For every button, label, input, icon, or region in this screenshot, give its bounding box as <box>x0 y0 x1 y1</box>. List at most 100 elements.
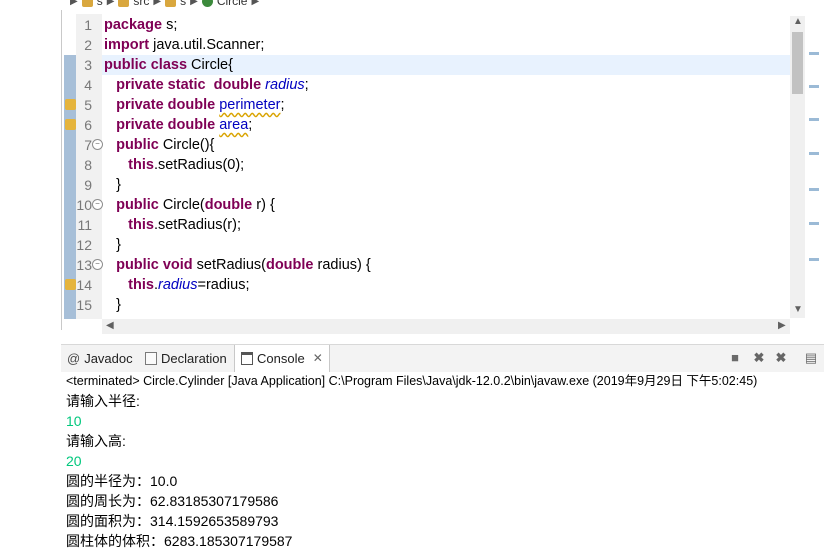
vertical-scroll-thumb[interactable] <box>792 32 803 94</box>
scroll-down-icon[interactable]: ▼ <box>793 304 803 315</box>
keyword: public <box>116 137 159 153</box>
keyword: public class <box>104 57 188 73</box>
breadcrumb-item[interactable]: src <box>133 0 149 8</box>
unused-field: perimeter <box>219 97 281 113</box>
scroll-left-icon[interactable]: ◀ <box>106 320 114 331</box>
console-output-line: 圆的半径为：10.0 <box>66 473 178 489</box>
remove-launch-icon[interactable]: ✖ <box>752 351 766 365</box>
overview-marker[interactable] <box>809 118 819 121</box>
overview-marker[interactable] <box>809 85 819 88</box>
fold-toggle-icon[interactable]: − <box>92 139 103 150</box>
warning-icon[interactable] <box>65 119 76 130</box>
close-icon[interactable]: ✕ <box>313 345 323 372</box>
console-output-line: 圆柱体的体积：6283.185307179587 <box>66 533 293 549</box>
keyword: private static double <box>116 77 262 93</box>
line-number: 15 <box>76 297 92 313</box>
console-output-line: 圆的周长为：62.83185307179586 <box>66 493 279 509</box>
code-line[interactable]: this.setRadius(0); <box>104 155 244 175</box>
code-text: setRadius( <box>192 257 266 273</box>
overview-ruler <box>806 10 824 340</box>
overview-marker[interactable] <box>809 258 819 261</box>
chevron-right-icon: ▶ <box>70 0 78 7</box>
tab-declaration[interactable]: Declaration <box>139 345 233 372</box>
breadcrumb: ▶ s ▶ src ▶ s ▶ Circle ▶ <box>0 0 824 10</box>
fold-toggle-icon[interactable]: − <box>92 199 103 210</box>
code-line[interactable]: public Circle(double r) { <box>104 195 275 215</box>
code-line[interactable]: public void setRadius(double radius) { <box>104 255 371 275</box>
tab-console[interactable]: Console ✕ <box>234 345 330 372</box>
line-number: 7 <box>84 137 92 153</box>
code-text: Circle( <box>158 197 205 213</box>
warning-icon[interactable] <box>65 279 76 290</box>
code-line[interactable]: } <box>104 235 121 255</box>
code-text: Circle{ <box>187 57 233 73</box>
view-tab-bar: @ Javadoc Declaration Console ✕ ■ ✖ ✖ ▤ <box>61 344 824 373</box>
overview-marker[interactable] <box>809 188 819 191</box>
console-output-line: 圆的面积为：314.1592653589793 <box>66 513 279 529</box>
fold-toggle-icon[interactable]: − <box>92 259 103 270</box>
code-line[interactable]: private double area; <box>104 115 252 135</box>
code-text: s; <box>162 17 178 33</box>
code-text: r) { <box>252 197 275 213</box>
code-text: Circle(){ <box>158 137 215 153</box>
source-folder-icon <box>118 0 130 7</box>
code-line[interactable]: this.radius=radius; <box>104 275 249 295</box>
chevron-right-icon: ▶ <box>106 0 115 7</box>
left-frame <box>0 10 61 340</box>
code-line[interactable]: import java.util.Scanner; <box>104 35 264 55</box>
line-number: 4 <box>84 77 92 93</box>
tab-javadoc[interactable]: @ Javadoc <box>61 345 139 372</box>
line-number: 10 <box>76 197 92 213</box>
code-line[interactable]: } <box>104 175 121 195</box>
scroll-right-icon[interactable]: ▶ <box>778 320 786 331</box>
code-line[interactable]: package s; <box>104 15 177 35</box>
overview-marker[interactable] <box>809 52 819 55</box>
field-reference: radius <box>157 277 198 293</box>
code-line[interactable]: public class Circle{ <box>104 55 233 75</box>
code-text: .setRadius(0); <box>153 157 245 173</box>
code-line[interactable]: private double perimeter; <box>104 95 284 115</box>
keyword: this <box>128 277 154 293</box>
line-number: 8 <box>84 157 92 173</box>
breadcrumb-item[interactable]: s <box>97 0 103 8</box>
overview-marker[interactable] <box>809 152 819 155</box>
javadoc-icon: @ <box>67 351 81 366</box>
package-icon <box>165 0 177 7</box>
terminated-label: <terminated> Circle.Cylinder [Java Appli… <box>66 374 758 388</box>
console-icon <box>241 352 253 365</box>
code-line[interactable]: } <box>104 295 121 315</box>
code-line[interactable]: private static double radius; <box>104 75 309 95</box>
remove-all-terminated-icon[interactable]: ✖ <box>774 351 788 365</box>
overview-marker[interactable] <box>809 222 819 225</box>
keyword: this <box>128 217 154 233</box>
warning-icon[interactable] <box>65 99 76 110</box>
pin-console-icon[interactable]: ▤ <box>804 351 818 365</box>
line-number: 2 <box>84 37 92 53</box>
code-text: ; <box>304 77 309 93</box>
code-text: } <box>104 297 121 313</box>
breadcrumb-item[interactable]: s <box>180 0 186 8</box>
line-number: 13 <box>76 257 92 273</box>
line-number: 3 <box>84 57 92 73</box>
code-text: ; <box>248 117 253 133</box>
declaration-icon <box>145 352 157 365</box>
terminate-icon[interactable]: ■ <box>728 351 742 365</box>
tab-label: Console <box>257 351 305 366</box>
breadcrumb-item[interactable]: Circle <box>217 0 248 8</box>
code-text: } <box>104 177 121 193</box>
horizontal-scrollbar[interactable] <box>102 319 790 334</box>
scroll-up-icon[interactable]: ▲ <box>793 16 803 27</box>
code-line[interactable]: public Circle(){ <box>104 135 214 155</box>
line-number: 12 <box>76 237 92 253</box>
tab-label: Javadoc <box>84 351 133 366</box>
keyword: double <box>204 197 253 213</box>
code-text: java.util.Scanner; <box>149 37 265 53</box>
keyword: import <box>104 37 150 53</box>
keyword: private double <box>116 117 216 133</box>
code-line[interactable]: this.setRadius(r); <box>104 215 241 235</box>
